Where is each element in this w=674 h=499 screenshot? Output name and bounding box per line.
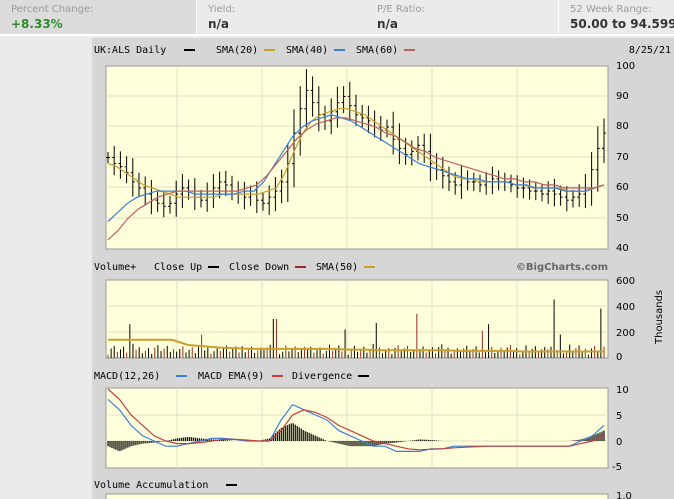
stats-bar: Percent Change: +8.33% Yield: n/a P/E Ra…: [0, 0, 674, 36]
volume-y-ticks: 600 400 200 0: [616, 276, 635, 363]
volume-tick-600: 600: [616, 276, 635, 287]
legend-macd-ema-label: MACD EMA(9): [198, 371, 264, 382]
legend-close-down-swatch: [295, 266, 306, 268]
legend-sma40-label: SMA(40): [286, 45, 328, 56]
macd-y-ticks: 10 5 0 -5: [612, 385, 629, 473]
volume-title: Volume+: [94, 262, 136, 273]
price-tick-60: 60: [616, 182, 629, 193]
volume-tick-200: 200: [616, 328, 635, 339]
yield-value: n/a: [208, 17, 230, 31]
stock-chart-svg: UK:ALS Daily SMA(20) SMA(40) SMA(60) 8/2…: [92, 42, 674, 499]
legend-macd-ema-swatch: [272, 375, 283, 377]
price-title: UK:ALS Daily: [94, 45, 166, 56]
legend-sma40-swatch: [334, 49, 345, 51]
percent-change-stat: Percent Change: +8.33%: [0, 0, 197, 34]
volume-tick-0: 0: [616, 352, 622, 363]
volume-plot-area: [105, 279, 609, 359]
legend-sma60-swatch: [404, 49, 415, 51]
week52-range-stat: 52 Week Range: 50.00 to 94.5999: [559, 0, 674, 34]
volume-tick-400: 400: [616, 302, 635, 313]
yield-stat: Yield: n/a: [197, 0, 367, 34]
accumulation-swatch: [226, 484, 237, 486]
price-tick-50: 50: [616, 213, 629, 224]
legend-divergence-swatch: [358, 375, 369, 377]
legend-close-down-label: Close Down: [229, 262, 289, 273]
macd-plot-area: [105, 387, 609, 469]
price-date: 8/25/21: [629, 45, 671, 56]
volume-unit-label: Thousands: [654, 290, 665, 345]
macd-title: MACD(12,26): [94, 371, 160, 382]
macd-tick-neg5: -5: [612, 462, 622, 473]
price-tick-80: 80: [616, 121, 629, 132]
legend-volume-sma50-label: SMA(50): [316, 262, 358, 273]
week52-range-value: 50.00 to 94.5999: [570, 17, 674, 31]
legend-sma20-label: SMA(20): [216, 45, 258, 56]
legend-sma20-swatch: [264, 49, 275, 51]
macd-title-swatch: [176, 375, 187, 377]
accumulation-title: Volume Accumulation: [94, 480, 208, 491]
accumulation-tick-1: 1.0: [616, 491, 632, 499]
macd-tick-10: 10: [616, 385, 629, 396]
bigcharts-watermark: ©BigCharts.com: [516, 262, 608, 273]
percent-change-label: Percent Change:: [11, 4, 94, 15]
price-tick-40: 40: [616, 243, 629, 254]
price-tick-100: 100: [616, 61, 635, 72]
pe-ratio-label: P/E Ratio:: [377, 4, 425, 15]
accumulation-plot-area: [105, 493, 609, 499]
pe-ratio-stat: P/E Ratio: n/a: [366, 0, 559, 34]
percent-change-value: +8.33%: [11, 17, 63, 31]
price-y-ticks: 100 90 80 70 60 50 40: [616, 61, 635, 254]
yield-label: Yield:: [208, 4, 236, 15]
macd-tick-0: 0: [616, 437, 622, 448]
price-title-swatch: [184, 49, 195, 51]
legend-sma60-label: SMA(60): [356, 45, 398, 56]
legend-divergence-label: Divergence: [292, 371, 352, 382]
price-tick-90: 90: [616, 91, 629, 102]
pe-ratio-value: n/a: [377, 17, 399, 31]
stock-chart: UK:ALS Daily SMA(20) SMA(40) SMA(60) 8/2…: [92, 38, 674, 499]
legend-volume-sma50-swatch: [364, 266, 375, 268]
price-tick-70: 70: [616, 152, 629, 163]
legend-close-up-label: Close Up: [154, 262, 202, 273]
week52-range-label: 52 Week Range:: [570, 4, 652, 15]
macd-tick-5: 5: [616, 411, 622, 422]
legend-close-up-swatch: [208, 266, 219, 268]
